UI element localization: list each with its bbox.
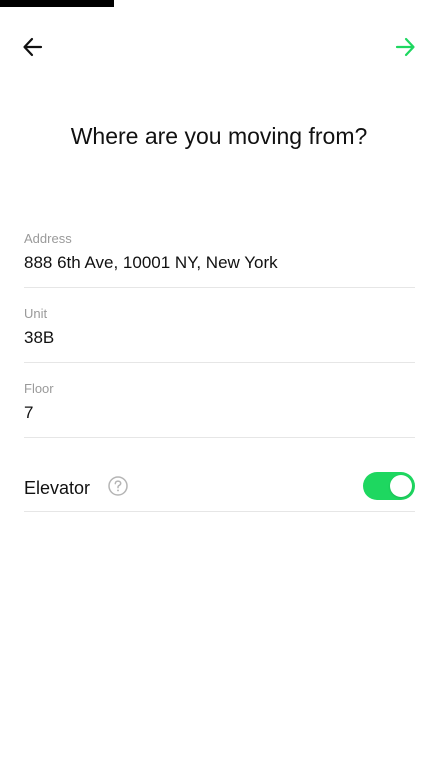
- page-title: Where are you moving from?: [70, 123, 368, 149]
- back-button[interactable]: [20, 34, 46, 60]
- elevator-toggle[interactable]: [363, 472, 415, 500]
- next-button[interactable]: [392, 34, 418, 60]
- progress-fill: [0, 0, 114, 7]
- address-input[interactable]: [24, 251, 415, 275]
- address-label: Address: [24, 231, 72, 246]
- toggle-knob: [390, 475, 412, 497]
- unit-input[interactable]: [24, 326, 415, 350]
- elevator-row: Elevator: [24, 462, 415, 512]
- elevator-label: Elevator: [24, 478, 91, 498]
- floor-label: Floor: [24, 381, 54, 396]
- floor-input[interactable]: [24, 401, 415, 425]
- unit-label: Unit: [24, 306, 48, 321]
- address-field: Address: [24, 228, 415, 288]
- unit-field: Unit: [24, 303, 415, 363]
- arrow-right-icon: [395, 37, 415, 57]
- progress-bar: [0, 0, 438, 7]
- question-circle-icon[interactable]: [108, 476, 128, 496]
- floor-field: Floor: [24, 378, 415, 438]
- arrow-left-icon: [23, 37, 43, 57]
